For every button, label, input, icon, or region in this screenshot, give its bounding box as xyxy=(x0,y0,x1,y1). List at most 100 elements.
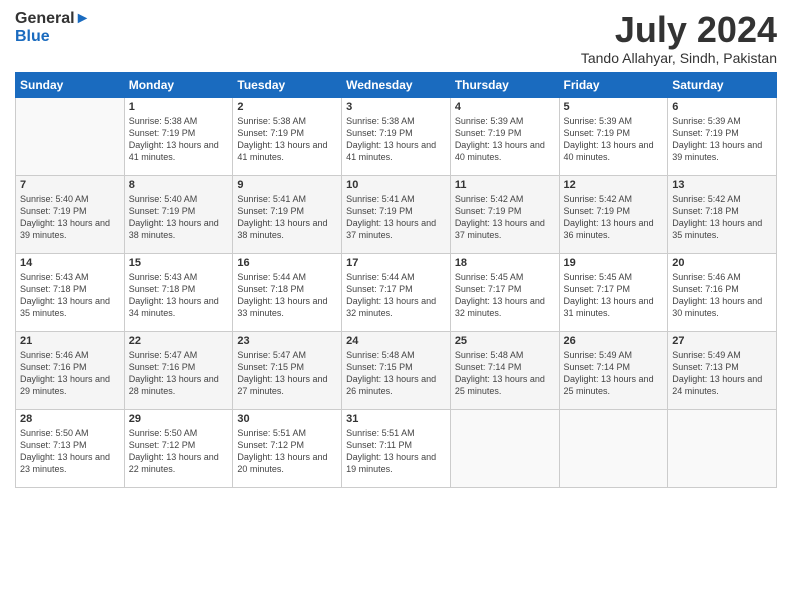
table-row: 16 Sunrise: 5:44 AMSunset: 7:18 PMDaylig… xyxy=(233,253,342,331)
table-row: 26 Sunrise: 5:49 AMSunset: 7:14 PMDaylig… xyxy=(559,331,668,409)
table-row: 24 Sunrise: 5:48 AMSunset: 7:15 PMDaylig… xyxy=(342,331,451,409)
table-row xyxy=(450,409,559,487)
week-row-5: 28 Sunrise: 5:50 AMSunset: 7:13 PMDaylig… xyxy=(16,409,777,487)
table-row: 17 Sunrise: 5:44 AMSunset: 7:17 PMDaylig… xyxy=(342,253,451,331)
day-info: Sunrise: 5:44 AMSunset: 7:17 PMDaylight:… xyxy=(346,271,446,320)
day-info: Sunrise: 5:45 AMSunset: 7:17 PMDaylight:… xyxy=(564,271,664,320)
location-title: Tando Allahyar, Sindh, Pakistan xyxy=(581,50,777,66)
day-info: Sunrise: 5:46 AMSunset: 7:16 PMDaylight:… xyxy=(20,349,120,398)
table-row: 22 Sunrise: 5:47 AMSunset: 7:16 PMDaylig… xyxy=(124,331,233,409)
table-row: 18 Sunrise: 5:45 AMSunset: 7:17 PMDaylig… xyxy=(450,253,559,331)
day-info: Sunrise: 5:49 AMSunset: 7:13 PMDaylight:… xyxy=(672,349,772,398)
day-info: Sunrise: 5:38 AMSunset: 7:19 PMDaylight:… xyxy=(129,115,229,164)
col-friday: Friday xyxy=(559,72,668,97)
day-number: 31 xyxy=(346,413,446,425)
day-info: Sunrise: 5:44 AMSunset: 7:18 PMDaylight:… xyxy=(237,271,337,320)
day-info: Sunrise: 5:39 AMSunset: 7:19 PMDaylight:… xyxy=(455,115,555,164)
day-info: Sunrise: 5:46 AMSunset: 7:16 PMDaylight:… xyxy=(672,271,772,320)
day-info: Sunrise: 5:42 AMSunset: 7:18 PMDaylight:… xyxy=(672,193,772,242)
day-number: 23 xyxy=(237,335,337,347)
table-row: 4 Sunrise: 5:39 AMSunset: 7:19 PMDayligh… xyxy=(450,97,559,175)
day-info: Sunrise: 5:47 AMSunset: 7:16 PMDaylight:… xyxy=(129,349,229,398)
calendar-table: Sunday Monday Tuesday Wednesday Thursday… xyxy=(15,72,777,488)
day-number: 28 xyxy=(20,413,120,425)
day-number: 7 xyxy=(20,179,120,191)
day-info: Sunrise: 5:40 AMSunset: 7:19 PMDaylight:… xyxy=(20,193,120,242)
col-saturday: Saturday xyxy=(668,72,777,97)
table-row: 3 Sunrise: 5:38 AMSunset: 7:19 PMDayligh… xyxy=(342,97,451,175)
day-number: 25 xyxy=(455,335,555,347)
day-info: Sunrise: 5:41 AMSunset: 7:19 PMDaylight:… xyxy=(346,193,446,242)
day-number: 1 xyxy=(129,101,229,113)
col-wednesday: Wednesday xyxy=(342,72,451,97)
logo: General► Blue xyxy=(15,10,90,45)
day-number: 29 xyxy=(129,413,229,425)
table-row: 5 Sunrise: 5:39 AMSunset: 7:19 PMDayligh… xyxy=(559,97,668,175)
table-row: 12 Sunrise: 5:42 AMSunset: 7:19 PMDaylig… xyxy=(559,175,668,253)
day-number: 15 xyxy=(129,257,229,269)
week-row-4: 21 Sunrise: 5:46 AMSunset: 7:16 PMDaylig… xyxy=(16,331,777,409)
col-thursday: Thursday xyxy=(450,72,559,97)
day-info: Sunrise: 5:47 AMSunset: 7:15 PMDaylight:… xyxy=(237,349,337,398)
logo-blue: Blue xyxy=(15,28,90,46)
col-tuesday: Tuesday xyxy=(233,72,342,97)
table-row: 23 Sunrise: 5:47 AMSunset: 7:15 PMDaylig… xyxy=(233,331,342,409)
table-row: 8 Sunrise: 5:40 AMSunset: 7:19 PMDayligh… xyxy=(124,175,233,253)
day-info: Sunrise: 5:45 AMSunset: 7:17 PMDaylight:… xyxy=(455,271,555,320)
table-row: 28 Sunrise: 5:50 AMSunset: 7:13 PMDaylig… xyxy=(16,409,125,487)
table-row: 21 Sunrise: 5:46 AMSunset: 7:16 PMDaylig… xyxy=(16,331,125,409)
table-row: 30 Sunrise: 5:51 AMSunset: 7:12 PMDaylig… xyxy=(233,409,342,487)
day-number: 3 xyxy=(346,101,446,113)
table-row: 1 Sunrise: 5:38 AMSunset: 7:19 PMDayligh… xyxy=(124,97,233,175)
table-row: 10 Sunrise: 5:41 AMSunset: 7:19 PMDaylig… xyxy=(342,175,451,253)
day-info: Sunrise: 5:39 AMSunset: 7:19 PMDaylight:… xyxy=(672,115,772,164)
col-sunday: Sunday xyxy=(16,72,125,97)
logo-general: General► xyxy=(15,10,90,28)
day-info: Sunrise: 5:48 AMSunset: 7:14 PMDaylight:… xyxy=(455,349,555,398)
table-row xyxy=(668,409,777,487)
col-monday: Monday xyxy=(124,72,233,97)
table-row: 15 Sunrise: 5:43 AMSunset: 7:18 PMDaylig… xyxy=(124,253,233,331)
title-area: July 2024 Tando Allahyar, Sindh, Pakista… xyxy=(581,10,777,66)
day-number: 21 xyxy=(20,335,120,347)
day-info: Sunrise: 5:51 AMSunset: 7:11 PMDaylight:… xyxy=(346,427,446,476)
day-info: Sunrise: 5:43 AMSunset: 7:18 PMDaylight:… xyxy=(129,271,229,320)
table-row: 14 Sunrise: 5:43 AMSunset: 7:18 PMDaylig… xyxy=(16,253,125,331)
day-number: 8 xyxy=(129,179,229,191)
day-number: 9 xyxy=(237,179,337,191)
header: General► Blue July 2024 Tando Allahyar, … xyxy=(15,10,777,66)
day-number: 4 xyxy=(455,101,555,113)
table-row: 6 Sunrise: 5:39 AMSunset: 7:19 PMDayligh… xyxy=(668,97,777,175)
day-info: Sunrise: 5:49 AMSunset: 7:14 PMDaylight:… xyxy=(564,349,664,398)
day-info: Sunrise: 5:42 AMSunset: 7:19 PMDaylight:… xyxy=(455,193,555,242)
day-number: 30 xyxy=(237,413,337,425)
day-number: 11 xyxy=(455,179,555,191)
week-row-2: 7 Sunrise: 5:40 AMSunset: 7:19 PMDayligh… xyxy=(16,175,777,253)
day-number: 19 xyxy=(564,257,664,269)
day-info: Sunrise: 5:43 AMSunset: 7:18 PMDaylight:… xyxy=(20,271,120,320)
day-info: Sunrise: 5:41 AMSunset: 7:19 PMDaylight:… xyxy=(237,193,337,242)
table-row: 29 Sunrise: 5:50 AMSunset: 7:12 PMDaylig… xyxy=(124,409,233,487)
day-number: 13 xyxy=(672,179,772,191)
week-row-3: 14 Sunrise: 5:43 AMSunset: 7:18 PMDaylig… xyxy=(16,253,777,331)
page: General► Blue July 2024 Tando Allahyar, … xyxy=(0,0,792,612)
day-number: 10 xyxy=(346,179,446,191)
table-row: 11 Sunrise: 5:42 AMSunset: 7:19 PMDaylig… xyxy=(450,175,559,253)
month-title: July 2024 xyxy=(581,10,777,50)
day-number: 20 xyxy=(672,257,772,269)
day-info: Sunrise: 5:50 AMSunset: 7:12 PMDaylight:… xyxy=(129,427,229,476)
day-number: 18 xyxy=(455,257,555,269)
table-row: 7 Sunrise: 5:40 AMSunset: 7:19 PMDayligh… xyxy=(16,175,125,253)
day-number: 24 xyxy=(346,335,446,347)
table-row: 31 Sunrise: 5:51 AMSunset: 7:11 PMDaylig… xyxy=(342,409,451,487)
day-number: 27 xyxy=(672,335,772,347)
header-row: Sunday Monday Tuesday Wednesday Thursday… xyxy=(16,72,777,97)
day-number: 2 xyxy=(237,101,337,113)
table-row xyxy=(16,97,125,175)
table-row: 19 Sunrise: 5:45 AMSunset: 7:17 PMDaylig… xyxy=(559,253,668,331)
day-info: Sunrise: 5:51 AMSunset: 7:12 PMDaylight:… xyxy=(237,427,337,476)
day-info: Sunrise: 5:48 AMSunset: 7:15 PMDaylight:… xyxy=(346,349,446,398)
table-row xyxy=(559,409,668,487)
day-info: Sunrise: 5:50 AMSunset: 7:13 PMDaylight:… xyxy=(20,427,120,476)
table-row: 20 Sunrise: 5:46 AMSunset: 7:16 PMDaylig… xyxy=(668,253,777,331)
